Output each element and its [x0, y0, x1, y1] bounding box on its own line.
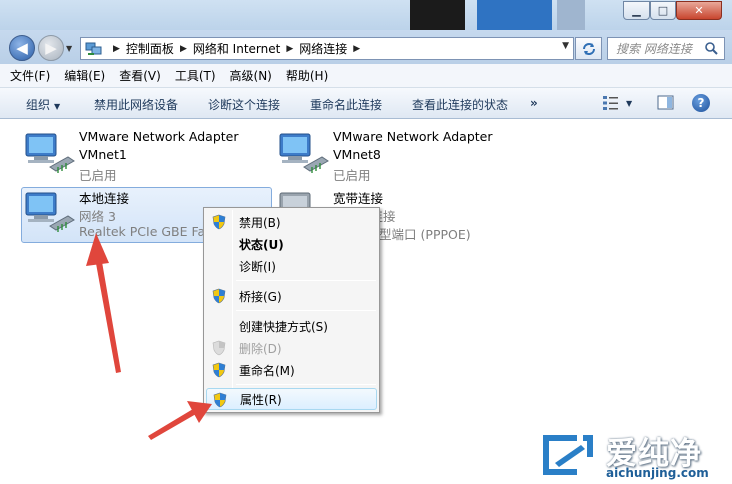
address-bar[interactable]: ▶ 控制面板 ▶ 网络和 Internet ▶ 网络连接 ▶ ▼ — [80, 37, 574, 60]
menu-item-diagnose[interactable]: 诊断(I) — [206, 255, 377, 277]
watermark-logo — [543, 435, 593, 475]
help-icon[interactable]: ? — [692, 94, 710, 112]
menu-item-delete: 删除(D) — [206, 337, 377, 359]
view-status-button[interactable]: 查看此连接的状态 — [412, 96, 508, 113]
maximize-button[interactable]: □ — [650, 1, 676, 20]
minimize-button[interactable]: ▁ — [623, 1, 650, 20]
network-folder-icon — [85, 42, 102, 55]
menu-item-label: 重命名(M) — [239, 363, 295, 378]
context-menu: 禁用(B) 状态(U) 诊断(I) 桥接(G) 创建快捷方式(S) 删除(D) — [203, 207, 380, 413]
menu-item-label: 禁用(B) — [239, 215, 281, 230]
network-adapter-icon — [279, 133, 329, 173]
breadcrumb-separator[interactable]: ▶ — [286, 44, 293, 54]
disable-device-button[interactable]: 禁用此网络设备 — [94, 96, 178, 113]
title-bar: ▁ □ ✕ — [0, 0, 732, 30]
menu-separator — [236, 310, 376, 311]
adapter-network: VMnet1 — [79, 147, 127, 162]
change-view-icon[interactable] — [602, 94, 622, 112]
adapter-network: 网络 3 — [79, 209, 116, 224]
menu-item-label: 诊断(I) — [239, 259, 276, 274]
breadcrumb-network-connections[interactable]: 网络连接 — [299, 40, 347, 57]
back-button[interactable]: ◀ — [9, 35, 35, 61]
menu-item-label: 删除(D) — [239, 341, 282, 356]
adapter-status: 已启用 — [79, 168, 117, 183]
chevron-down-icon: ▼ — [54, 102, 61, 111]
breadcrumb-separator[interactable]: ▶ — [113, 44, 120, 54]
recent-pages-dropdown-icon[interactable]: ▼ — [66, 44, 72, 53]
breadcrumb-separator[interactable]: ▶ — [353, 44, 360, 54]
adapter-network: VMnet8 — [333, 147, 381, 162]
uac-shield-icon — [212, 214, 226, 230]
search-placeholder: 搜索 网络连接 — [616, 42, 692, 56]
close-button[interactable]: ✕ — [676, 1, 722, 20]
breadcrumb-separator[interactable]: ▶ — [180, 44, 187, 54]
adapter-status: 已启用 — [333, 168, 371, 183]
menu-item-label: 状态(U) — [239, 237, 284, 252]
menu-item-label: 创建快捷方式(S) — [239, 319, 328, 334]
search-input[interactable]: 搜索 网络连接 — [607, 37, 725, 60]
address-history-dropdown-icon[interactable]: ▼ — [562, 41, 569, 51]
menu-separator — [236, 384, 376, 385]
more-commands-button[interactable]: » — [530, 96, 538, 110]
preview-pane-icon[interactable] — [656, 94, 676, 112]
menu-item-label: 属性(R) — [240, 392, 282, 407]
adapter-name: 宽带连接 — [333, 191, 384, 206]
rename-button[interactable]: 重命名此连接 — [310, 96, 382, 113]
menu-separator — [236, 280, 376, 281]
background-thumbnails — [405, 0, 595, 30]
menu-item-disable[interactable]: 禁用(B) — [206, 211, 377, 233]
uac-shield-icon — [213, 392, 227, 408]
uac-shield-icon — [212, 362, 226, 378]
adapter-name: VMware Network Adapter — [79, 129, 239, 144]
menu-item-create-shortcut[interactable]: 创建快捷方式(S) — [206, 315, 377, 337]
view-options-dropdown-icon[interactable]: ▼ — [626, 99, 632, 108]
menu-view[interactable]: 查看(V) — [119, 67, 161, 84]
menu-tools[interactable]: 工具(T) — [175, 67, 216, 84]
adapter-vmnet8[interactable]: VMware Network Adapter VMnet8 已启用 — [276, 129, 516, 183]
refresh-button[interactable] — [575, 37, 602, 60]
breadcrumb-control-panel[interactable]: 控制面板 — [126, 40, 174, 57]
uac-shield-icon — [212, 288, 226, 304]
adapter-device: Realtek PCIe GBE Fam — [79, 224, 218, 239]
forward-button[interactable]: ▶ — [38, 35, 64, 61]
command-bar: 组织 ▼ 禁用此网络设备 诊断这个连接 重命名此连接 查看此连接的状态 » ▼ ? — [0, 88, 732, 119]
organize-label: 组织 — [26, 98, 51, 112]
menu-item-rename[interactable]: 重命名(M) — [206, 359, 377, 381]
network-adapter-icon — [25, 192, 75, 232]
menu-item-status[interactable]: 状态(U) — [206, 233, 377, 255]
uac-shield-icon — [212, 340, 226, 356]
menu-advanced[interactable]: 高级(N) — [230, 67, 272, 84]
network-adapter-icon — [25, 133, 75, 173]
search-icon[interactable] — [704, 41, 718, 55]
menu-file[interactable]: 文件(F) — [10, 67, 50, 84]
diagnose-button[interactable]: 诊断这个连接 — [208, 96, 280, 113]
organize-button[interactable]: 组织 ▼ — [26, 96, 60, 113]
menu-help[interactable]: 帮助(H) — [286, 67, 328, 84]
navigation-bar: ◀ ▶ ▼ ▶ 控制面板 ▶ 网络和 Internet ▶ 网络连接 ▶ ▼ 搜… — [0, 30, 732, 64]
refresh-icon — [582, 42, 595, 55]
adapter-name: 本地连接 — [79, 191, 130, 206]
menu-item-bridge[interactable]: 桥接(G) — [206, 285, 377, 307]
menu-edit[interactable]: 编辑(E) — [64, 67, 105, 84]
adapter-vmnet1[interactable]: VMware Network Adapter VMnet1 已启用 — [22, 129, 262, 183]
adapter-name: VMware Network Adapter — [333, 129, 493, 144]
watermark-url: aichunjing.com — [606, 466, 709, 480]
breadcrumb-network-internet[interactable]: 网络和 Internet — [193, 40, 280, 57]
menu-bar: 文件(F) 编辑(E) 查看(V) 工具(T) 高级(N) 帮助(H) — [0, 64, 732, 88]
menu-item-label: 桥接(G) — [239, 289, 282, 304]
menu-item-properties[interactable]: 属性(R) — [206, 388, 377, 410]
